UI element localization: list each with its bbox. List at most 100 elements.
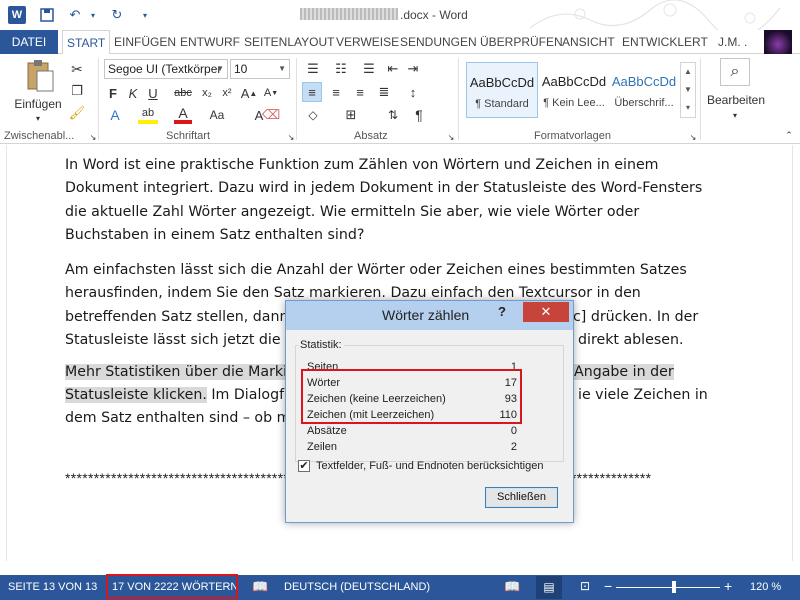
customize-toolbar-icon[interactable]: ▾ xyxy=(136,6,154,24)
bold-icon[interactable]: F xyxy=(104,84,122,102)
paragraph-2-line4-tail[interactable]: direkt ablesen. xyxy=(578,329,718,352)
decrease-indent-icon[interactable]: ⇤ xyxy=(384,60,402,78)
styles-launcher-icon[interactable]: ↘ xyxy=(688,132,698,142)
subscript-icon[interactable]: x₂ xyxy=(198,84,216,102)
proofing-icon[interactable]: 📖 xyxy=(252,579,268,595)
include-textboxes-checkbox[interactable]: ✔ xyxy=(298,460,310,472)
align-right-icon[interactable]: ≡ xyxy=(350,82,370,102)
borders-icon[interactable]: ⊞ xyxy=(340,106,362,124)
word-logo-icon: W xyxy=(8,6,26,24)
help-icon[interactable]: ? xyxy=(498,304,506,319)
clipboard-launcher-icon[interactable]: ↘ xyxy=(88,132,98,142)
zoom-in-button[interactable]: + xyxy=(724,578,732,594)
format-painter-icon[interactable]: 🖌 xyxy=(68,104,86,122)
tab-einfuegen[interactable]: EINFÜGEN xyxy=(110,30,180,54)
style-kein-leerraum[interactable]: AaBbCcDd ¶ Kein Lee... xyxy=(538,62,610,118)
align-left-icon[interactable]: ≡ xyxy=(302,82,322,102)
collapse-ribbon-icon[interactable]: ⌃ xyxy=(782,130,796,140)
styles-gallery-scroll[interactable]: ▲ ▼ ▾ xyxy=(680,62,696,118)
gallery-up-icon[interactable]: ▲ xyxy=(681,63,695,81)
align-center-icon[interactable]: ≡ xyxy=(326,82,346,102)
close-icon[interactable]: ✕ xyxy=(523,302,569,322)
paragraph-3-line1-tail[interactable]: Angabe in der xyxy=(574,361,694,384)
show-formatting-icon[interactable]: ¶ xyxy=(410,106,428,124)
stat-row-lines: Zeilen 2 xyxy=(307,441,517,453)
font-size-combo[interactable]: 10 ▼ xyxy=(230,59,290,79)
group-label-paragraph: Absatz xyxy=(354,130,388,142)
tab-entwurf[interactable]: ENTWURF xyxy=(176,30,244,54)
style-ueberschrift[interactable]: AaBbCcDd Überschrif... xyxy=(608,62,680,118)
sort-icon[interactable]: ⇅ xyxy=(384,106,402,124)
floral-background-icon xyxy=(529,0,781,30)
justify-icon[interactable]: ≣ xyxy=(374,82,394,102)
text-effects-icon[interactable]: A xyxy=(106,106,124,124)
bullets-icon[interactable]: ☰ xyxy=(302,60,324,78)
gallery-more-icon[interactable]: ▾ xyxy=(681,99,695,117)
paragraph-2-tail[interactable]: c] drücken. In der xyxy=(573,306,733,329)
highlight-icon[interactable]: ab xyxy=(138,106,158,124)
dialog-title: Wörter zählen xyxy=(382,307,470,323)
tab-entwickler[interactable]: ENTWICKLERT xyxy=(618,30,712,54)
tab-sendungen[interactable]: SENDUNGEN xyxy=(396,30,481,54)
zoom-slider-track[interactable] xyxy=(616,587,720,588)
redo-icon[interactable]: ↻ xyxy=(108,6,126,24)
paragraph-launcher-icon[interactable]: ↘ xyxy=(446,132,456,142)
print-layout-icon[interactable]: ▤ xyxy=(536,576,562,599)
paragraph-3-line2-tail[interactable]: ie viele Zeichen in xyxy=(578,384,708,407)
underline-icon[interactable]: U xyxy=(144,84,162,102)
editing-button[interactable]: Bearbeiten xyxy=(704,92,768,108)
italic-icon[interactable]: K xyxy=(124,84,142,102)
grow-font-icon[interactable]: A ▲ xyxy=(240,84,258,102)
read-mode-icon[interactable]: 📖 xyxy=(504,579,520,595)
cut-icon[interactable]: ✂ xyxy=(68,60,86,78)
paste-icon[interactable] xyxy=(20,58,60,94)
multilevel-list-icon[interactable]: ☰ xyxy=(358,60,380,78)
gallery-down-icon[interactable]: ▼ xyxy=(681,81,695,99)
page-indicator[interactable]: SEITE 13 VON 13 xyxy=(8,581,97,593)
paragraph-1[interactable]: In Word ist eine praktische Funktion zum… xyxy=(65,154,725,248)
shrink-font-icon[interactable]: A ▼ xyxy=(262,84,280,102)
eraser-icon[interactable]: ⌫ xyxy=(262,106,280,124)
user-name[interactable]: J.M. . xyxy=(718,30,747,54)
web-layout-icon[interactable]: ⊡ xyxy=(580,579,590,593)
paste-dropdown-icon[interactable]: ▾ xyxy=(28,112,48,124)
font-launcher-icon[interactable]: ↘ xyxy=(286,132,296,142)
highlight-box xyxy=(301,369,522,424)
close-button[interactable]: Schließen xyxy=(485,487,558,508)
undo-dropdown-icon[interactable]: ▾ xyxy=(84,6,102,24)
language-indicator[interactable]: DEUTSCH (DEUTSCHLAND) xyxy=(284,581,430,593)
numbering-icon[interactable]: ☷ xyxy=(330,60,352,78)
dialog-title-bar[interactable]: Wörter zählen ? ✕ xyxy=(286,301,573,330)
zoom-out-button[interactable]: − xyxy=(604,578,612,594)
font-name-combo[interactable]: Segoe UI (Textkörper ▼ xyxy=(104,59,228,79)
tab-start[interactable]: START xyxy=(62,30,111,55)
save-icon[interactable] xyxy=(38,6,56,24)
binoculars-icon[interactable]: ⌕ xyxy=(720,58,750,86)
editing-dropdown-icon[interactable]: ▾ xyxy=(728,110,742,120)
paste-button[interactable]: Einfügen xyxy=(8,96,68,112)
word-count-dialog: Wörter zählen ? ✕ Statistik: Seiten 1 Wör… xyxy=(285,300,574,523)
superscript-icon[interactable]: x² xyxy=(218,84,236,102)
separator xyxy=(98,58,99,140)
tab-seitenlayout[interactable]: SEITENLAYOUT xyxy=(240,30,338,54)
shading-icon[interactable]: ◇ xyxy=(302,106,324,124)
line-spacing-icon[interactable]: ↕ xyxy=(402,82,424,102)
zoom-slider-thumb[interactable] xyxy=(672,581,676,593)
group-label-styles: Formatvorlagen xyxy=(534,130,612,142)
copy-icon[interactable]: ❐ xyxy=(68,82,86,100)
zoom-level[interactable]: 120 % xyxy=(750,581,781,593)
separator xyxy=(458,58,459,140)
font-color-icon[interactable]: A xyxy=(174,105,192,124)
style-standard[interactable]: AaBbCcDd ¶ Standard xyxy=(466,62,538,118)
tab-ueberpruefen[interactable]: ÜBERPRÜFEN xyxy=(476,30,567,54)
word-count-highlight-box xyxy=(106,574,238,599)
tab-verweise[interactable]: VERWEISE xyxy=(332,30,403,54)
strikethrough-icon[interactable]: abc xyxy=(172,84,194,102)
avatar[interactable] xyxy=(764,30,792,54)
change-case-icon[interactable]: Aa xyxy=(206,106,228,124)
increase-indent-icon[interactable]: ⇥ xyxy=(404,60,422,78)
tab-ansicht[interactable]: ANSICHT xyxy=(558,30,619,54)
include-textboxes-label[interactable]: Textfelder, Fuß- und Endnoten berücksich… xyxy=(316,460,543,472)
tab-datei[interactable]: DATEI xyxy=(0,30,58,54)
undo-icon[interactable]: ↶ xyxy=(66,6,84,24)
